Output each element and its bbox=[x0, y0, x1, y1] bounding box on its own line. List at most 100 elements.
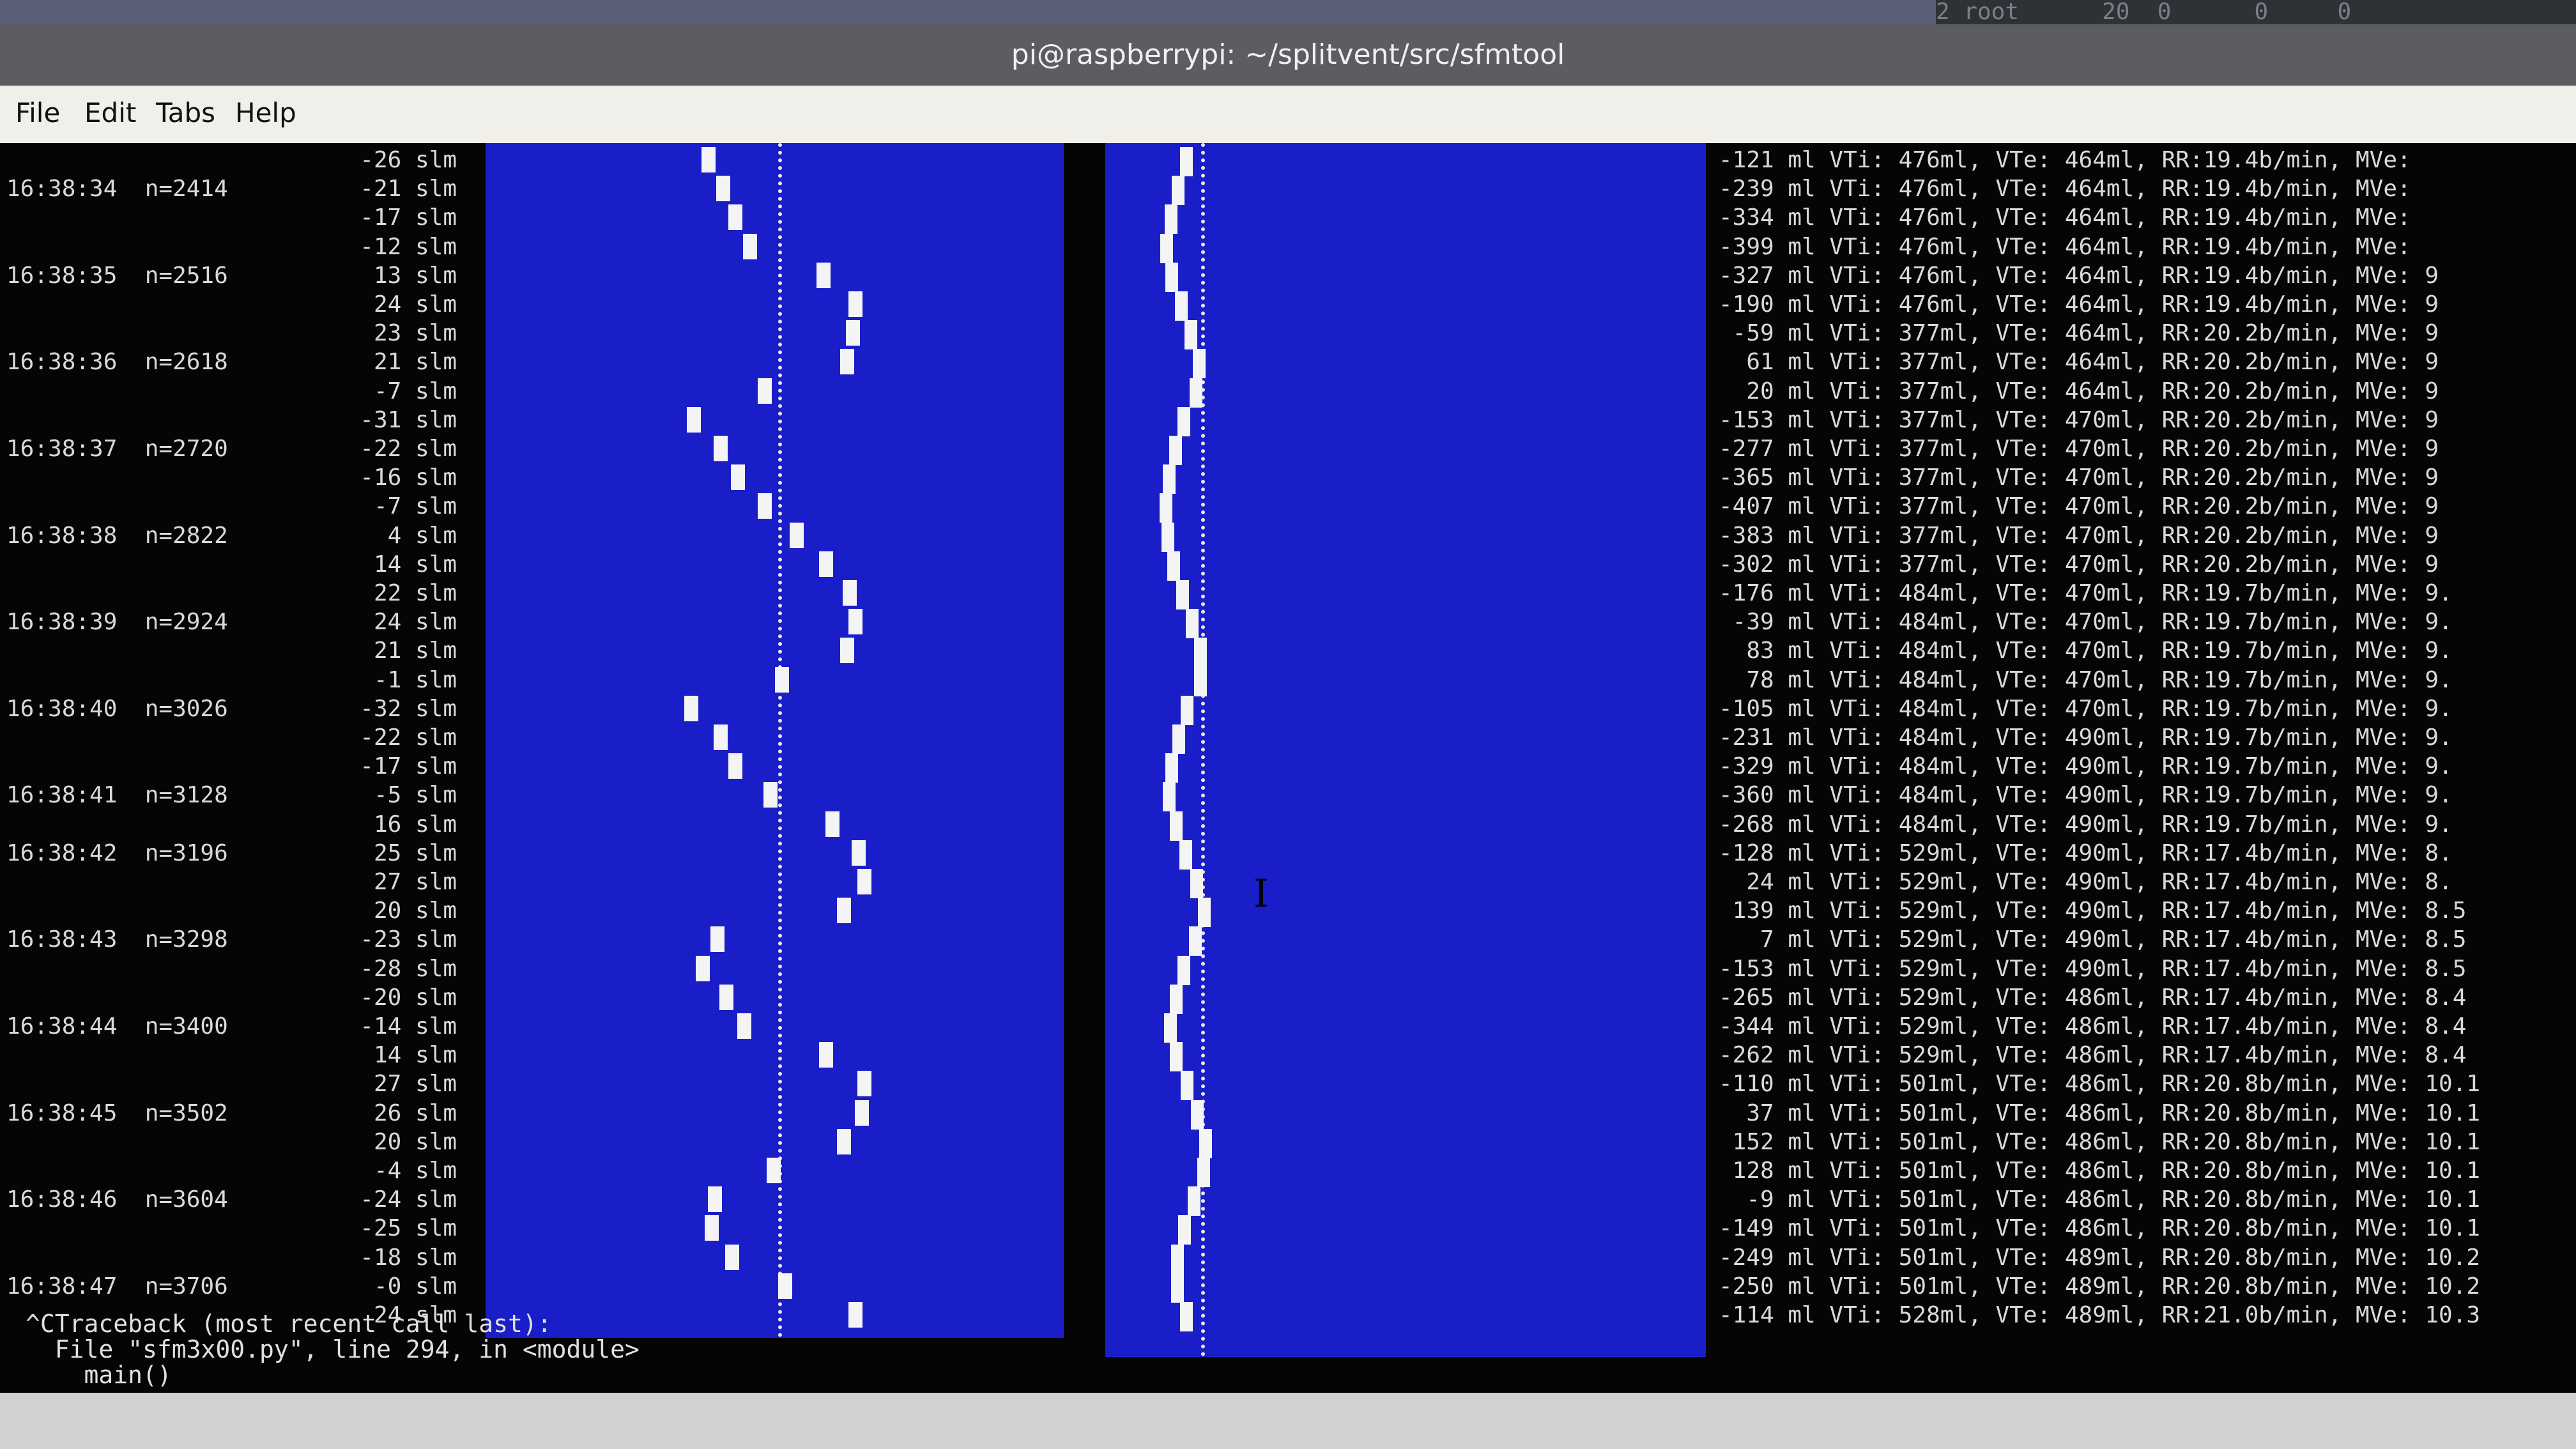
slm-value: -18 slm bbox=[360, 1244, 457, 1271]
flow-trace-point bbox=[696, 955, 710, 981]
flow-trace-point bbox=[728, 753, 742, 779]
volume-trace-point bbox=[1165, 204, 1178, 234]
flow-trace-point bbox=[837, 1128, 851, 1154]
volume-trace-point bbox=[1167, 551, 1180, 581]
flow-trace-point bbox=[702, 147, 716, 172]
volume-readout: 83 ml VTi: 484ml, VTe: 470ml, RR:19.7b/m… bbox=[1719, 638, 2453, 664]
screen-bottom-bezel bbox=[0, 1393, 2576, 1449]
volume-readout: -114 ml VTi: 528ml, VTe: 489ml, RR:21.0b… bbox=[1719, 1302, 2481, 1328]
slm-value: -17 slm bbox=[360, 204, 457, 231]
menu-help[interactable]: Help bbox=[235, 97, 296, 128]
volume-readout: -383 ml VTi: 377ml, VTe: 470ml, RR:20.2b… bbox=[1719, 522, 2439, 549]
volume-trace-point bbox=[1171, 176, 1184, 206]
timestamp: 16:38:36 n=2618 bbox=[6, 349, 228, 376]
volume-trace-point bbox=[1179, 147, 1193, 176]
slm-value: -21 slm bbox=[360, 176, 457, 203]
slm-value: -20 slm bbox=[360, 984, 457, 1011]
traceback-line: ^CTraceback (most recent call last): bbox=[26, 1310, 552, 1338]
timestamp: 16:38:39 n=2924 bbox=[6, 609, 228, 636]
timestamp: 16:38:41 n=3128 bbox=[6, 782, 228, 809]
volume-trace-point bbox=[1160, 493, 1173, 523]
slm-value: -25 slm bbox=[360, 1215, 457, 1242]
volume-readout: -329 ml VTi: 484ml, VTe: 490ml, RR:19.7b… bbox=[1719, 753, 2453, 780]
menu-file[interactable]: File bbox=[15, 97, 60, 128]
window-titlebar[interactable]: pi@raspberrypi: ~/splitvent/src/sfmtool bbox=[0, 24, 2576, 86]
flow-trace-point bbox=[816, 262, 831, 288]
volume-trace-point bbox=[1164, 1013, 1177, 1043]
timestamp: 16:38:38 n=2822 bbox=[6, 522, 228, 549]
slm-value: -24 slm bbox=[360, 1186, 457, 1213]
slm-value: -4 slm bbox=[373, 1158, 457, 1184]
menu-tabs[interactable]: Tabs bbox=[156, 97, 215, 128]
volume-trace-point bbox=[1161, 522, 1174, 552]
volume-readout: -9 ml VTi: 501ml, VTe: 486ml, RR:20.8b/m… bbox=[1719, 1186, 2481, 1213]
volume-trace-point bbox=[1188, 1186, 1200, 1216]
volume-trace-point bbox=[1197, 1158, 1211, 1187]
flow-trace-point bbox=[837, 898, 851, 924]
flow-trace-point bbox=[687, 406, 702, 433]
volume-trace-point bbox=[1192, 349, 1206, 379]
flow-trace-point bbox=[742, 233, 757, 259]
volume-trace-point bbox=[1175, 291, 1188, 321]
flow-trace-point bbox=[737, 1013, 751, 1039]
volume-readout: -249 ml VTi: 501ml, VTe: 489ml, RR:20.8b… bbox=[1719, 1244, 2481, 1271]
volume-trace-point bbox=[1180, 1302, 1193, 1331]
flow-trace-point bbox=[843, 580, 857, 606]
flow-trace-point bbox=[848, 291, 863, 317]
slm-value: -26 slm bbox=[360, 147, 457, 173]
flow-trace-point bbox=[857, 1071, 872, 1097]
volume-trace-point bbox=[1179, 839, 1192, 870]
volume-trace-point bbox=[1191, 1100, 1204, 1130]
volume-trace-point bbox=[1194, 638, 1208, 668]
flow-trace-point bbox=[775, 666, 790, 693]
flow-trace-point bbox=[839, 638, 854, 664]
volume-readout: -360 ml VTi: 484ml, VTe: 490ml, RR:19.7b… bbox=[1719, 782, 2453, 809]
volume-readout: 37 ml VTi: 501ml, VTe: 486ml, RR:20.8b/m… bbox=[1719, 1100, 2481, 1126]
flow-trace-point bbox=[854, 1100, 869, 1126]
volume-trace-point bbox=[1163, 782, 1176, 812]
volume-trace-point bbox=[1169, 436, 1182, 465]
slm-value: 27 slm bbox=[373, 869, 457, 895]
flow-trace-point bbox=[763, 782, 778, 808]
terminal-output[interactable]: -26 slm -21 slm -17 slm -12 slm 13 slm 24 slm… bbox=[0, 143, 2576, 1421]
flow-trace-point bbox=[757, 493, 772, 519]
volume-trace-point bbox=[1165, 753, 1178, 783]
volume-trace-point bbox=[1188, 926, 1202, 956]
volume-readout: -277 ml VTi: 377ml, VTe: 470ml, RR:20.2b… bbox=[1719, 436, 2439, 462]
volume-readout: 7 ml VTi: 529ml, VTe: 490ml, RR:17.4b/mi… bbox=[1719, 926, 2467, 953]
menu-edit[interactable]: Edit bbox=[84, 97, 136, 128]
volume-trace-point bbox=[1180, 1071, 1193, 1101]
flow-trace-point bbox=[713, 724, 728, 750]
traceback-line: main() bbox=[26, 1361, 172, 1389]
slm-value: 21 slm bbox=[373, 638, 457, 664]
volume-trace-point bbox=[1176, 580, 1189, 610]
timestamp: 16:38:37 n=2720 bbox=[6, 436, 228, 462]
volume-trace-point bbox=[1162, 464, 1176, 494]
volume-trace-point bbox=[1160, 233, 1174, 263]
volume-readout: -149 ml VTi: 501ml, VTe: 486ml, RR:20.8b… bbox=[1719, 1215, 2481, 1242]
flow-trace-point bbox=[825, 811, 839, 837]
flow-trace-point bbox=[778, 1273, 792, 1299]
flow-trace-point bbox=[848, 1302, 863, 1328]
timestamp: 16:38:40 n=3026 bbox=[6, 695, 228, 722]
slm-value: -5 slm bbox=[373, 782, 457, 809]
slm-value: 27 slm bbox=[373, 1071, 457, 1098]
slm-value: -17 slm bbox=[360, 753, 457, 780]
slm-value: 20 slm bbox=[373, 898, 457, 924]
flow-trace-point bbox=[766, 1158, 781, 1183]
background-terminal-strip: 2 root 20 0 0 0 bbox=[1936, 0, 2576, 24]
timestamp: 16:38:34 n=2414 bbox=[6, 176, 228, 203]
slm-value: -7 slm bbox=[373, 378, 457, 404]
volume-readout: -39 ml VTi: 484ml, VTe: 470ml, RR:19.7b/… bbox=[1719, 609, 2453, 636]
slm-value: -1 slm bbox=[373, 666, 457, 693]
volume-readout: 78 ml VTi: 484ml, VTe: 470ml, RR:19.7b/m… bbox=[1719, 666, 2453, 693]
slm-value: 16 slm bbox=[373, 811, 457, 838]
volume-readout: -59 ml VTi: 377ml, VTe: 464ml, RR:20.2b/… bbox=[1719, 320, 2439, 347]
window-title: pi@raspberrypi: ~/splitvent/src/sfmtool bbox=[1011, 38, 1565, 71]
slm-value: -7 slm bbox=[373, 493, 457, 520]
slm-value: 21 slm bbox=[373, 349, 457, 376]
timestamp: 16:38:45 n=3502 bbox=[6, 1100, 228, 1126]
volume-readout: -365 ml VTi: 377ml, VTe: 470ml, RR:20.2b… bbox=[1719, 464, 2439, 491]
flow-trace-point bbox=[790, 522, 804, 548]
flow-trace-point bbox=[848, 609, 863, 635]
